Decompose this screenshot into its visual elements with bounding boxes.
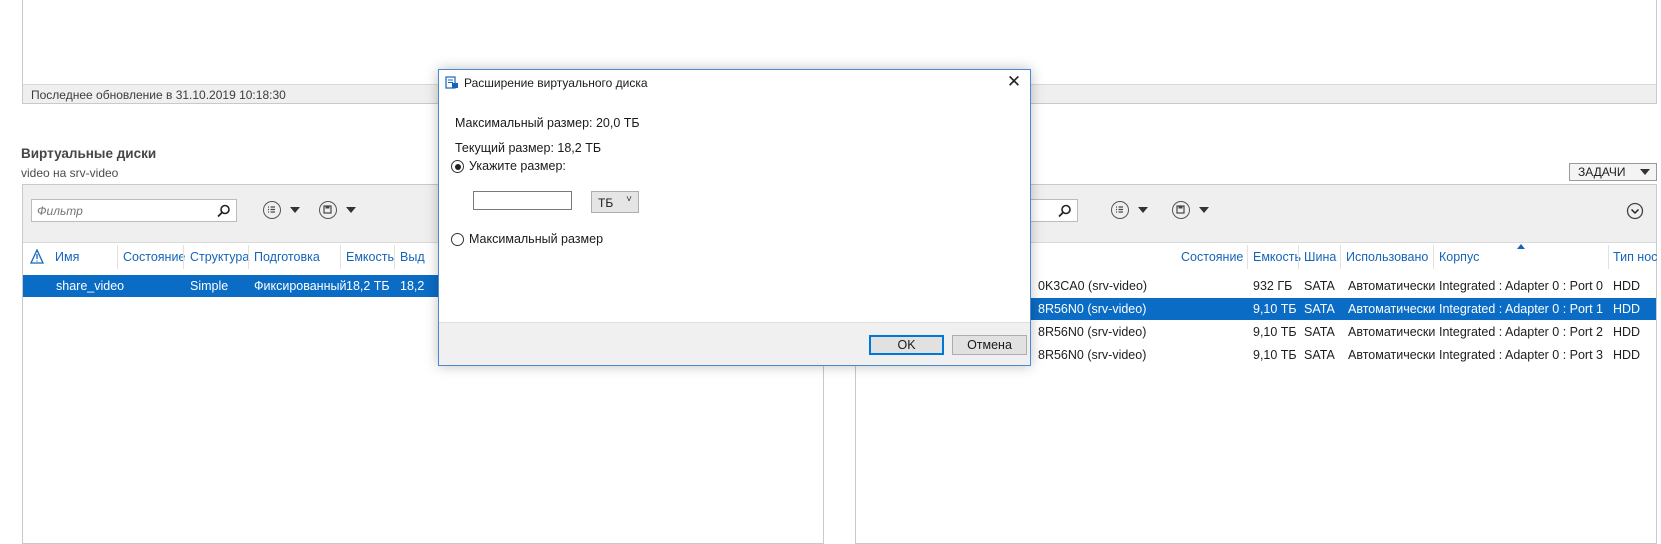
max-size-info: Максимальный размер: 20,0 ТБ bbox=[455, 116, 640, 130]
cancel-button[interactable]: Отмена bbox=[952, 335, 1027, 355]
close-icon[interactable]: ✕ bbox=[1004, 72, 1024, 92]
cell-name: 0K3CA0 (srv-video) bbox=[1038, 279, 1148, 293]
column-divider bbox=[248, 245, 249, 269]
chevron-down-icon: ˅ bbox=[626, 194, 632, 205]
cell-name: 8R56N0 (srv-video) bbox=[1038, 348, 1147, 362]
size-input[interactable] bbox=[473, 191, 572, 210]
cell-usage: Автоматически bbox=[1348, 279, 1436, 293]
cell-usage: Автоматически bbox=[1348, 325, 1436, 339]
unit-select[interactable]: ТБ ˅ bbox=[591, 191, 639, 213]
disk-icon bbox=[445, 75, 459, 92]
sort-ascending-icon bbox=[1517, 244, 1525, 249]
cell-media: HDD bbox=[1613, 348, 1641, 362]
filter-box[interactable] bbox=[31, 199, 237, 222]
save-icon bbox=[319, 201, 337, 219]
search-icon[interactable] bbox=[217, 204, 231, 221]
col-header-usage[interactable]: Использовано bbox=[1346, 245, 1428, 269]
specify-size-label: Укажите размер: bbox=[469, 159, 566, 173]
cell-layout: Simple bbox=[190, 279, 229, 293]
column-divider bbox=[117, 245, 118, 269]
cell-usage: Автоматически bbox=[1348, 348, 1436, 362]
filter-input[interactable] bbox=[32, 200, 212, 221]
cell-capacity: 9,10 ТБ bbox=[1253, 325, 1297, 339]
warning-sort-icon[interactable] bbox=[29, 248, 45, 268]
cell-capacity: 9,10 ТБ bbox=[1253, 302, 1297, 316]
col-header-state[interactable]: Состояние bbox=[1181, 245, 1243, 269]
save-icon bbox=[1172, 201, 1190, 219]
cell-bus: SATA bbox=[1304, 279, 1335, 293]
tasks-label: ЗАДАЧИ bbox=[1578, 165, 1626, 179]
cell-chassis: Integrated : Adapter 0 : Port 1 bbox=[1439, 302, 1603, 316]
list-icon bbox=[263, 201, 281, 219]
max-size-option-label: Максимальный размер bbox=[469, 232, 604, 246]
cell-media: HDD bbox=[1613, 325, 1641, 339]
column-divider bbox=[394, 245, 395, 269]
extend-virtual-disk-dialog: Расширение виртуального диска ✕ Максимал… bbox=[438, 69, 1031, 366]
cell-capacity: 9,10 ТБ bbox=[1253, 348, 1297, 362]
view-list-button[interactable] bbox=[1111, 201, 1151, 221]
save-query-button[interactable] bbox=[1172, 201, 1212, 221]
specify-size-radio[interactable] bbox=[451, 160, 464, 173]
cell-chassis: Integrated : Adapter 0 : Port 2 bbox=[1439, 325, 1603, 339]
list-icon bbox=[1111, 201, 1129, 219]
column-divider bbox=[340, 245, 341, 269]
cell-chassis: Integrated : Adapter 0 : Port 0 bbox=[1439, 279, 1603, 293]
cell-bus: SATA bbox=[1304, 302, 1335, 316]
cell-capacity: 18,2 ТБ bbox=[346, 279, 390, 293]
tasks-dropdown-button[interactable]: ЗАДАЧИ bbox=[1569, 163, 1657, 181]
column-divider bbox=[1298, 245, 1299, 269]
col-header-allocated[interactable]: Выд bbox=[400, 245, 425, 269]
unit-value: ТБ bbox=[598, 196, 614, 210]
cell-name: 8R56N0 (srv-video) bbox=[1038, 325, 1147, 339]
caret-down-icon bbox=[1138, 207, 1148, 213]
col-header-chassis[interactable]: Корпус bbox=[1439, 245, 1479, 269]
dialog-title: Расширение виртуального диска bbox=[464, 76, 648, 90]
column-divider bbox=[1608, 245, 1609, 269]
caret-down-icon bbox=[1640, 169, 1650, 175]
column-divider bbox=[1340, 245, 1341, 269]
section-title: Виртуальные диски bbox=[21, 146, 157, 161]
cell-provisioning: Фиксированный bbox=[254, 279, 347, 293]
dialog-footer: OK Отмена bbox=[439, 322, 1030, 365]
col-header-media-type[interactable]: Тип нос bbox=[1613, 245, 1657, 269]
col-header-capacity[interactable]: Емкость bbox=[346, 245, 394, 269]
caret-down-icon bbox=[290, 207, 300, 213]
caret-down-icon bbox=[1199, 207, 1209, 213]
cell-usage: Автоматически bbox=[1348, 302, 1436, 316]
cell-capacity: 932 ГБ bbox=[1253, 279, 1293, 293]
col-header-bus[interactable]: Шина bbox=[1304, 245, 1336, 269]
cell-chassis: Integrated : Adapter 0 : Port 3 bbox=[1439, 348, 1603, 362]
col-header-state[interactable]: Состояние bbox=[123, 245, 185, 269]
save-query-button[interactable] bbox=[319, 201, 359, 221]
current-size-info: Текущий размер: 18,2 ТБ bbox=[455, 141, 602, 155]
search-icon[interactable] bbox=[1058, 204, 1072, 221]
cell-media: HDD bbox=[1613, 302, 1641, 316]
cell-allocated: 18,2 bbox=[400, 279, 425, 293]
col-header-layout[interactable]: Структура bbox=[190, 245, 249, 269]
col-header-capacity[interactable]: Емкость bbox=[1253, 245, 1301, 269]
column-divider bbox=[1247, 245, 1248, 269]
cell-bus: SATA bbox=[1304, 325, 1335, 339]
cell-media: HDD bbox=[1613, 279, 1641, 293]
col-header-name[interactable]: Имя bbox=[55, 245, 79, 269]
cell-bus: SATA bbox=[1304, 348, 1335, 362]
column-divider bbox=[1433, 245, 1434, 269]
col-header-provisioning[interactable]: Подготовка bbox=[254, 245, 320, 269]
view-list-button[interactable] bbox=[263, 201, 303, 221]
cell-name: 8R56N0 (srv-video) bbox=[1038, 302, 1147, 316]
caret-down-icon bbox=[346, 207, 356, 213]
dialog-titlebar[interactable]: Расширение виртуального диска ✕ bbox=[439, 70, 1030, 94]
max-size-radio[interactable] bbox=[451, 233, 464, 246]
ok-button[interactable]: OK bbox=[869, 335, 944, 355]
cell-name: share_video bbox=[56, 279, 125, 293]
column-divider bbox=[183, 245, 184, 269]
section-subtitle: video на srv-video bbox=[21, 166, 119, 180]
expand-icon[interactable] bbox=[1626, 202, 1644, 223]
